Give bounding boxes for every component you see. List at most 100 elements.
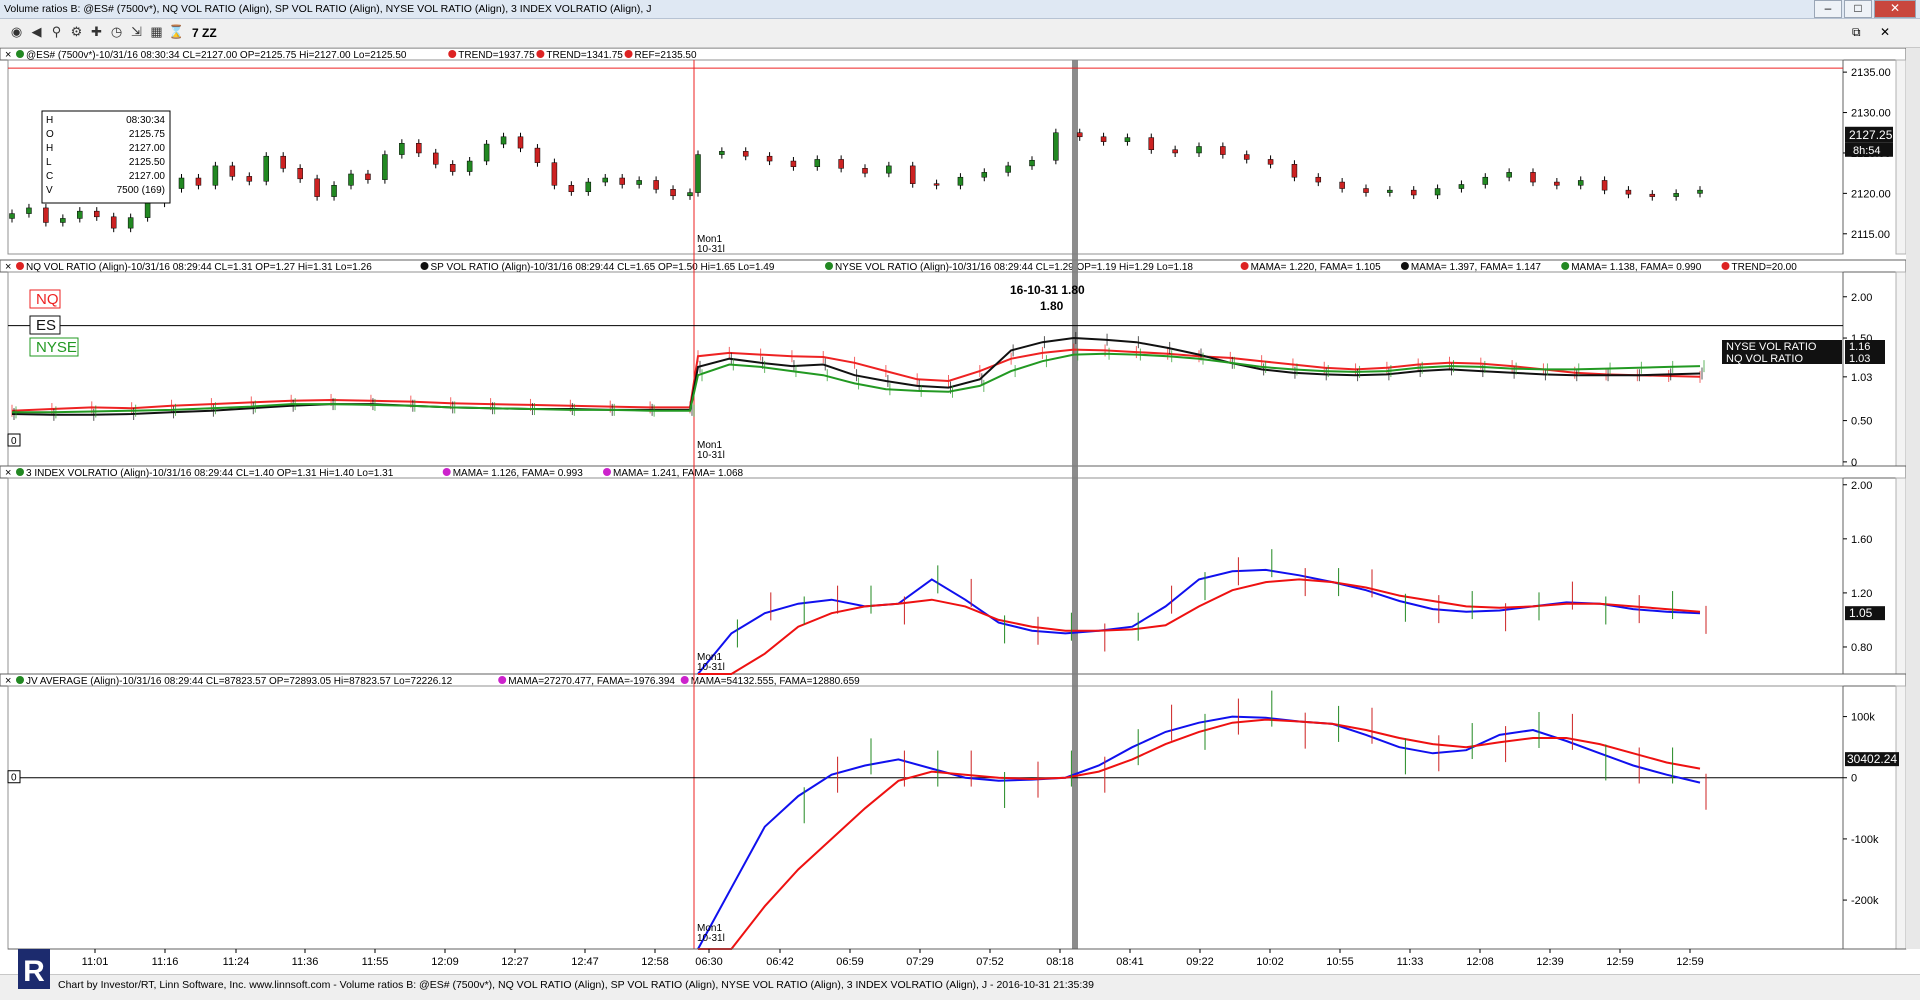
y-tick-label: 0	[1851, 773, 1857, 785]
time-axis-label: 12:59	[1676, 956, 1704, 968]
pane-header-text: MAMA= 1.126, FAMA= 0.993	[453, 468, 584, 479]
header-dot-icon	[448, 50, 457, 58]
candle-body	[365, 173, 371, 180]
crosshair-icon[interactable]: ✚	[88, 23, 105, 40]
price-tag-label: 2127.25	[1849, 128, 1893, 142]
series-tag-value: 1.16	[1849, 341, 1870, 353]
header-dot-icon	[1721, 262, 1730, 270]
candle-body	[568, 185, 575, 193]
pane-close-icon[interactable]: ✕	[1880, 25, 1890, 39]
pane-header-text: REF=2135.50	[635, 50, 697, 61]
candle-body	[195, 177, 202, 186]
candle-body	[957, 176, 964, 186]
close-button[interactable]: ✕	[1874, 0, 1916, 18]
candle-body	[94, 210, 100, 218]
time-axis-label: 12:58	[641, 956, 669, 968]
candle-body	[1434, 188, 1441, 196]
candle-body	[814, 159, 821, 167]
globe-icon[interactable]: ◉	[8, 23, 25, 40]
candle-body	[1506, 172, 1512, 178]
candle-body	[1363, 188, 1369, 193]
candle-body	[1673, 193, 1679, 197]
time-axis-label: 11:55	[362, 956, 389, 968]
candle-body	[1076, 132, 1083, 138]
ohlc-key: H	[46, 143, 53, 154]
time-axis-label: 12:08	[1466, 956, 1494, 968]
grid-icon[interactable]: ▦	[148, 23, 165, 40]
time-axis-label: 06:59	[836, 956, 864, 968]
price-tag-label: 30402.24	[1847, 752, 1897, 766]
pane-header-text: MAMA= 1.220, FAMA= 1.105	[1251, 262, 1382, 273]
export-icon[interactable]: ⇲	[128, 23, 145, 40]
pane-header-text: NQ VOL RATIO (Align)-10/31/16 08:29:44 C…	[26, 262, 372, 273]
ohlc-key: O	[46, 129, 54, 140]
pane-header-text: SP VOL RATIO (Align)-10/31/16 08:29:44 C…	[431, 262, 775, 273]
candle-body	[1458, 184, 1465, 189]
session-marker: 10-31l	[697, 244, 725, 255]
candle-body	[110, 216, 117, 229]
candle-body	[670, 189, 676, 197]
candle-body	[212, 165, 219, 186]
header-dot-icon	[1240, 262, 1249, 270]
candle-body	[653, 180, 659, 190]
header-dot-icon	[442, 468, 451, 476]
time-axis-label: 11:16	[152, 956, 179, 968]
candle-body	[933, 183, 940, 186]
header-dot-icon	[16, 262, 24, 270]
legend-label: NQ	[36, 291, 59, 308]
y-tick-label: 2115.00	[1851, 229, 1890, 241]
time-axis-label: 12:59	[1606, 956, 1634, 968]
clock-icon[interactable]: ◷	[108, 23, 125, 40]
candle-body	[178, 177, 185, 189]
pane-close-icon: ×	[5, 467, 11, 479]
ohlc-value: 2127.00	[129, 143, 166, 154]
chart-svg[interactable]: × @ES# (7500v*)-10/31/16 08:30:34 CL=2127…	[0, 47, 1920, 974]
settings-icon[interactable]: ⚙	[68, 23, 85, 40]
candle-body	[1387, 189, 1393, 193]
candle-body	[280, 155, 286, 169]
header-dot-icon	[420, 262, 429, 270]
pane-header-text: JV AVERAGE (Align)-10/31/16 08:29:44 CL=…	[26, 676, 453, 687]
candle-body	[1410, 189, 1417, 196]
time-axis-label: 07:29	[906, 956, 934, 968]
zero-label: 0	[11, 436, 17, 447]
candle-body	[1291, 164, 1298, 178]
ohlc-value: 08:30:34	[126, 115, 165, 126]
y-tick-label: 1.03	[1851, 372, 1872, 384]
ohlc-value: 2125.50	[129, 157, 166, 168]
candle-body	[1029, 159, 1035, 167]
restore-icon[interactable]: ⧉	[1852, 25, 1861, 40]
ohlc-key: L	[46, 157, 52, 168]
header-dot-icon	[680, 676, 689, 684]
candle-body	[909, 165, 916, 184]
candle-body	[246, 176, 253, 182]
candle-body	[500, 136, 507, 145]
candle-body	[1315, 176, 1322, 183]
ohlc-key: V	[46, 185, 53, 196]
y-tick-label: 2130.00	[1851, 108, 1891, 120]
maximize-button[interactable]: □	[1844, 0, 1872, 18]
hourglass-icon[interactable]: ⌛	[168, 23, 185, 40]
pane-close-icon: ×	[5, 675, 11, 687]
time-axis-label: 10:55	[1326, 956, 1354, 968]
ohlc-key: H	[46, 115, 53, 126]
header-dot-icon	[16, 676, 24, 684]
zz-button[interactable]: 7 ZZ	[192, 26, 217, 40]
pane-header-text: NYSE VOL RATIO (Align)-10/31/16 08:29:44…	[835, 262, 1193, 273]
pane-header-text: TREND=1341.75	[546, 50, 623, 61]
header-dot-icon	[603, 468, 611, 476]
pane-header-text: TREND=1937.75	[458, 50, 535, 61]
y-tick-label: 100k	[1851, 712, 1875, 724]
y-tick-label: 2135.00	[1851, 67, 1891, 79]
candle-body	[1053, 132, 1059, 161]
candle-body	[26, 207, 32, 214]
candle-body	[838, 159, 844, 169]
minimize-button[interactable]: –	[1814, 0, 1842, 18]
pane-header-text: TREND=20.00	[1732, 262, 1798, 273]
back-icon[interactable]: ◀	[28, 23, 45, 40]
zoom-icon[interactable]: ⚲	[48, 23, 65, 40]
pane-scrollbar	[1895, 477, 1907, 675]
y-tick-label: 2.00	[1851, 292, 1872, 304]
pane-header-text: 3 INDEX VOLRATIO (Align)-10/31/16 08:29:…	[26, 468, 394, 479]
candle-body	[1005, 165, 1011, 173]
